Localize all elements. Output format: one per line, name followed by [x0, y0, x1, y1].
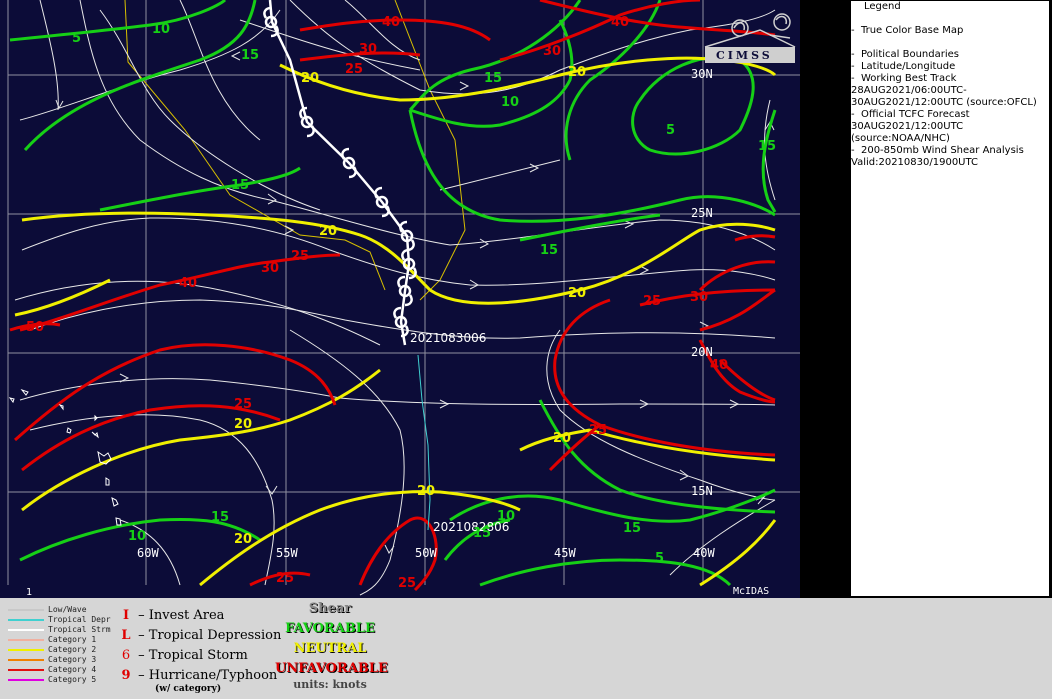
- shear-map-graphics: [7, 0, 800, 596]
- hurricane-icon: 9: [121, 668, 131, 683]
- contour-label-green: 10: [501, 95, 520, 110]
- contour-label-yellow: 20: [319, 224, 338, 239]
- invest-icon: I: [122, 608, 130, 623]
- lat-label-30n: 30N: [691, 67, 713, 81]
- contour-label-green: 15: [241, 48, 260, 63]
- track-key-row: Low/Wave: [8, 605, 87, 615]
- contour-label-green: 15: [623, 521, 642, 536]
- legend-item: - Latitude/Longitude: [851, 61, 956, 72]
- track-key-row: Category 4: [8, 665, 96, 675]
- contour-label-red: 30: [543, 44, 562, 59]
- lon-label-55w: 55W: [276, 546, 298, 560]
- depression-icon: L: [121, 628, 131, 643]
- lon-label-50w: 50W: [415, 546, 437, 560]
- contour-label-green: 5: [72, 31, 82, 46]
- lat-label-25n: 25N: [691, 206, 713, 220]
- contour-label-yellow: 20: [417, 484, 436, 499]
- symbol-key-hurricane: 9 – Hurricane/Typhoon: [118, 666, 277, 686]
- lon-label-40w: 40W: [693, 546, 715, 560]
- contour-label-red: 30: [261, 261, 280, 276]
- lat-label-20n: 20N: [691, 345, 713, 359]
- legend-item: Valid:20210830/1900UTC: [851, 157, 979, 168]
- lon-label-60w: 60W: [137, 546, 159, 560]
- shear-map: 30N 25N 20N 15N 60W 55W 50W 45W 40W 2021…: [0, 0, 800, 598]
- legend-item: - True Color Base Map: [851, 25, 964, 36]
- legend-item: (source:NOAA/NHC): [851, 133, 950, 144]
- contour-label-green: 5: [666, 123, 676, 138]
- symbol-key-note: (w/ category): [155, 684, 222, 694]
- symbol-key-invest: I – Invest Area: [118, 606, 224, 626]
- track-key-row: Category 5: [8, 675, 96, 685]
- contour-label-red: 25: [345, 62, 364, 77]
- favorable-shear-contours: [9, 0, 777, 587]
- symbol-key-depression: L – Tropical Depression: [118, 626, 281, 646]
- contour-label-yellow: 20: [553, 431, 572, 446]
- tropical-storm-icon: 6: [121, 648, 131, 663]
- contour-label-yellow: 20: [568, 286, 587, 301]
- track-key-row: Category 3: [8, 655, 96, 665]
- shear-key-favorable: FAVORABLE: [285, 621, 375, 636]
- contour-label-green: 15: [540, 243, 559, 258]
- contour-label-red: 40: [179, 276, 198, 291]
- contour-label-green: 15: [473, 526, 492, 541]
- shear-key-unfavorable: UNFAVORABLE: [275, 661, 388, 676]
- legend-title: Legend: [864, 1, 901, 12]
- contour-label-red: 50: [26, 320, 45, 335]
- contour-label-green: 5: [655, 551, 665, 566]
- bottom-key-panel: Low/Wave Tropical Depr Tropical Strm Cat…: [0, 598, 1052, 699]
- contour-label-red: 30: [359, 42, 378, 57]
- track-key-row: Tropical Strm: [8, 625, 111, 635]
- track-label-latest: 2021083006: [410, 331, 487, 345]
- contour-label-red: 25: [291, 249, 310, 264]
- frame-number: 1: [26, 587, 33, 598]
- shear-key-title: Shear: [308, 601, 352, 616]
- contour-label-red: 25: [589, 423, 608, 438]
- contour-label-red: 40: [710, 358, 729, 373]
- contour-label-yellow: 20: [234, 417, 253, 432]
- track-key-row: Category 1: [8, 635, 96, 645]
- legend-item: - 200-850mb Wind Shear Analysis: [851, 145, 1024, 156]
- legend-item: - Working Best Track: [851, 73, 957, 84]
- contour-label-yellow: 20: [568, 65, 587, 80]
- contour-label-green: 10: [497, 509, 516, 524]
- symbol-key-storm: 6 – Tropical Storm: [118, 646, 248, 666]
- shear-key-units: units: knots: [293, 678, 367, 691]
- contour-label-red: 40: [611, 15, 630, 30]
- legend-box: Legend - True Color Base Map - Political…: [850, 0, 1050, 597]
- legend-item: - Political Boundaries: [851, 49, 959, 60]
- contour-label-red: 25: [234, 397, 253, 412]
- contour-label-yellow: 20: [301, 71, 320, 86]
- mcidas-label: McIDAS: [733, 586, 770, 597]
- contour-label-green: 15: [758, 139, 777, 154]
- contour-label-green: 15: [231, 178, 250, 193]
- lon-label-45w: 45W: [554, 546, 576, 560]
- track-key-row: Category 2: [8, 645, 96, 655]
- contour-label-yellow: 20: [234, 532, 253, 547]
- contour-label-red: 40: [382, 15, 401, 30]
- legend-item: 30AUG2021/12:00UTC (source:OFCL): [851, 97, 1037, 108]
- legend-item: 30AUG2021/12:00UTC: [851, 121, 964, 132]
- contour-label-green: 10: [152, 22, 171, 37]
- contour-label-red: 25: [398, 576, 417, 591]
- hurricane-symbols: [263, 6, 417, 338]
- contour-label-red: 25: [276, 571, 295, 586]
- contour-label-red: 30: [690, 290, 709, 305]
- legend-item: 28AUG2021/06:00UTC-: [851, 85, 967, 96]
- track-key-row: Tropical Depr: [8, 615, 111, 625]
- shear-key-neutral: NEUTRAL: [293, 641, 367, 656]
- contour-label-green: 10: [128, 529, 147, 544]
- lat-label-15n: 15N: [691, 484, 713, 498]
- contour-label-red: 25: [643, 294, 662, 309]
- contour-label-green: 15: [484, 71, 503, 86]
- cimss-logo-text: CIMSS: [716, 49, 773, 62]
- legend-item: - Official TCFC Forecast: [851, 109, 970, 120]
- contour-label-green: 15: [211, 510, 230, 525]
